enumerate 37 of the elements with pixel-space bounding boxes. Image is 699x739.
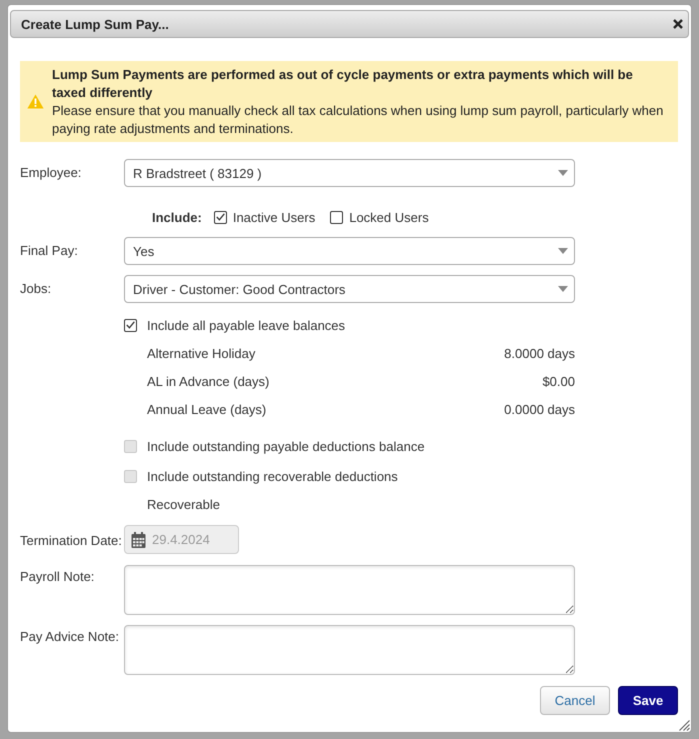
checkmark-icon (216, 213, 225, 221)
warning-text: Please ensure that you manually check all tax calculations when using lump sum payroll, particularly when paying rate adjustments and terminations. (52, 102, 664, 138)
caret-icon (558, 286, 568, 292)
checkbox[interactable] (214, 210, 227, 224)
field-label: Jobs: (20, 281, 52, 297)
balance-name: AL in Advance (days) (147, 373, 270, 391)
balance-amount: 8.0000 days (504, 345, 575, 363)
balance-name: Annual Leave (days) (147, 401, 266, 419)
balance-amount: 0.0000 days (504, 401, 575, 419)
include-label: Include: (152, 210, 202, 224)
warning-icon (27, 94, 44, 109)
field-label: Payroll Note: (20, 569, 96, 585)
field-label: Pay Advice Note: (20, 629, 120, 645)
checkbox[interactable] (124, 318, 137, 332)
dropdown[interactable]: Driver - Customer: Good Contractors (124, 275, 575, 303)
calendar-icon (131, 532, 146, 548)
resize-grip-icon[interactable] (679, 720, 690, 731)
window-title: Create Lump Sum Pay... (21, 16, 169, 32)
cancel-button[interactable]: Cancel (540, 686, 610, 715)
caret-icon (558, 248, 568, 254)
checkbox-label[interactable]: Include all payable leave balances (147, 318, 346, 332)
warning-heading: Lump Sum Payments are performed as out of cycle payments or extra payments which will be taxed differently (52, 66, 634, 102)
close-icon[interactable] (673, 19, 683, 29)
checkbox-label[interactable]: Locked Users (349, 210, 429, 224)
field-label: Termination Date: (20, 533, 123, 549)
section-label: Recoverable (147, 497, 220, 512)
dropdown[interactable]: R Bradstreet ( 83129 ) (124, 159, 575, 187)
checkbox-label[interactable]: Inactive Users (232, 210, 316, 224)
balance-name: Alternative Holiday (147, 345, 256, 363)
checkbox[interactable] (330, 210, 344, 224)
field-label: Final Pay: (20, 243, 79, 259)
field-label: Employee: (20, 165, 82, 181)
checkmark-icon (126, 321, 135, 329)
balance-amount: $0.00 (542, 373, 575, 391)
dropdown[interactable]: Yes (124, 237, 575, 265)
save-button[interactable]: Save (618, 686, 678, 715)
caret-icon (558, 170, 568, 176)
